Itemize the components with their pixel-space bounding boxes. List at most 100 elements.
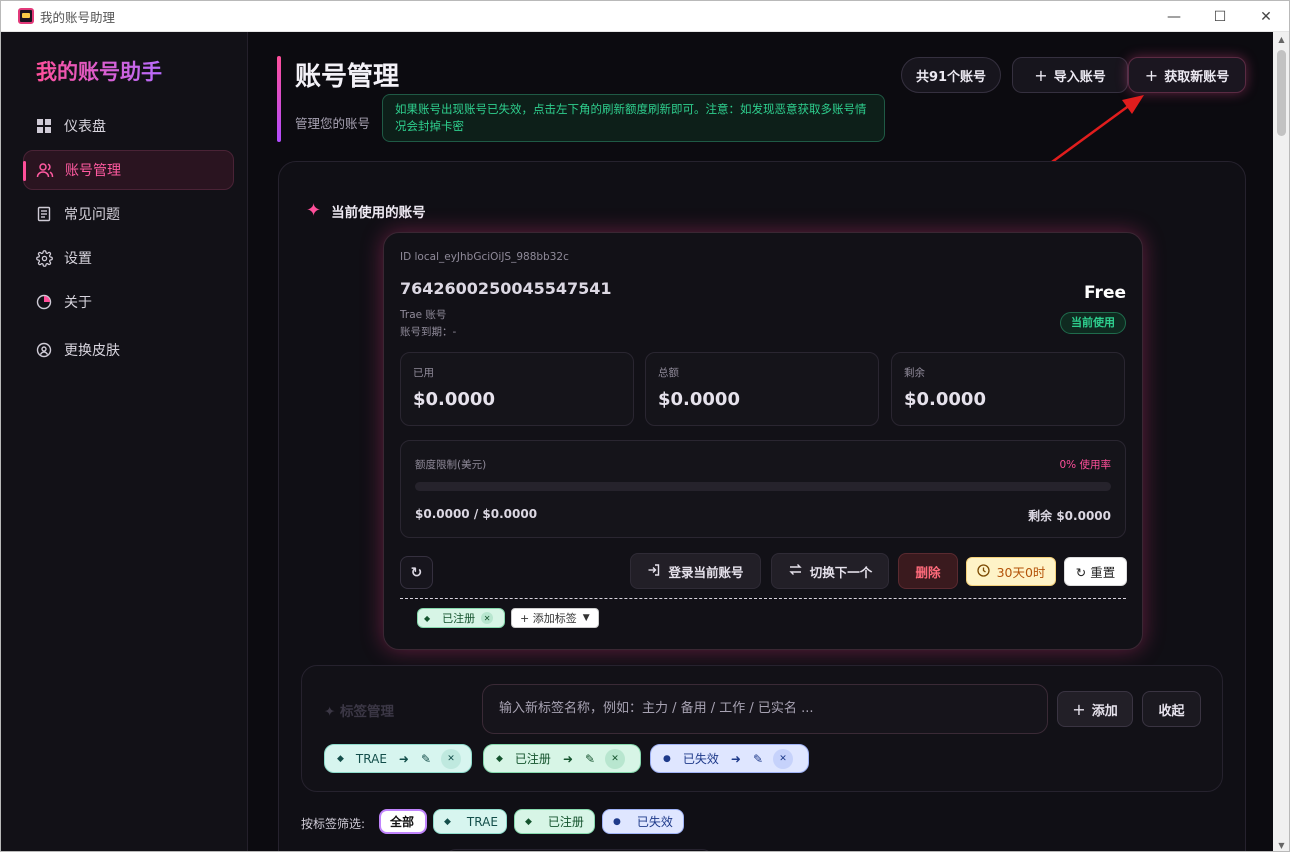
sidebar-item-faq[interactable]: 常见问题 bbox=[23, 194, 234, 234]
book-icon bbox=[35, 205, 53, 223]
app-window: 我的账号助理 — ☐ ✕ 我的账号助手 仪表盘 账号管理 常见问题 设置 关于 … bbox=[0, 0, 1290, 852]
delete-button[interactable]: 删除 bbox=[898, 553, 958, 589]
login-current-label: 登录当前账号 bbox=[668, 564, 744, 580]
filter-trae[interactable]: ◆ TRAE bbox=[433, 809, 507, 834]
plus-icon: + bbox=[1144, 65, 1159, 85]
fetch-new-account-label: 获取新账号 bbox=[1164, 69, 1230, 85]
account-id: ID local_eyJhbGciOiJS_988bb32c bbox=[400, 251, 569, 263]
filter-registered[interactable]: ◆ 已注册 bbox=[514, 809, 595, 834]
tag-dot-icon: ◆ bbox=[444, 816, 451, 827]
sidebar-item-label: 常见问题 bbox=[64, 207, 120, 223]
tag-dot-icon: ◆ bbox=[525, 816, 532, 827]
scroll-up-icon[interactable]: ▲ bbox=[1277, 35, 1286, 44]
stat-used: 已用 $0.0000 bbox=[400, 352, 634, 426]
plus-icon: + bbox=[1072, 699, 1086, 719]
login-icon bbox=[647, 563, 661, 580]
tag-chip-trae[interactable]: ◆ TRAE ➜ ✎ ✕ bbox=[324, 744, 472, 773]
fetch-new-account-button[interactable]: + 获取新账号 bbox=[1128, 57, 1246, 93]
collapse-button[interactable]: 收起 bbox=[1142, 691, 1201, 727]
login-current-button[interactable]: 登录当前账号 bbox=[630, 553, 761, 589]
refresh-button[interactable]: ↻ bbox=[400, 556, 433, 589]
remove-tag-icon[interactable]: ✕ bbox=[773, 748, 793, 769]
page-title: 账号管理 bbox=[295, 62, 400, 92]
import-account-button[interactable]: + 导入账号 bbox=[1012, 57, 1128, 93]
arrow-right-icon[interactable]: ➜ bbox=[399, 752, 409, 766]
sidebar-item-accounts[interactable]: 账号管理 bbox=[23, 150, 234, 190]
sidebar-item-label: 更换皮肤 bbox=[64, 343, 120, 359]
remove-tag-icon[interactable]: ✕ bbox=[441, 748, 462, 769]
dashboard-icon bbox=[35, 117, 53, 135]
edit-icon[interactable]: ✎ bbox=[585, 752, 595, 766]
minimize-button[interactable]: — bbox=[1151, 1, 1197, 32]
switch-next-label: 切换下一个 bbox=[809, 564, 873, 580]
sidebar-item-about[interactable]: 关于 bbox=[23, 282, 234, 322]
remove-tag-icon[interactable]: ✕ bbox=[605, 748, 626, 769]
sidebar-item-label: 设置 bbox=[64, 251, 92, 267]
account-count-badge: 共91个账号 bbox=[901, 57, 1001, 93]
sidebar-nav: 仪表盘 账号管理 常见问题 设置 关于 更换皮肤 bbox=[23, 106, 234, 374]
info-icon bbox=[35, 293, 53, 311]
stat-remaining: 剩余 $0.0000 bbox=[891, 352, 1125, 426]
window-title: 我的账号助理 bbox=[40, 9, 116, 25]
edit-icon[interactable]: ✎ bbox=[753, 752, 763, 766]
tag-label: 已注册 bbox=[442, 612, 476, 625]
import-account-label: 导入账号 bbox=[1053, 69, 1106, 85]
quota-progress-bar bbox=[415, 482, 1111, 491]
filter-all[interactable]: 全部 bbox=[379, 809, 427, 834]
add-tag-select[interactable]: + 添加标签 ▼ bbox=[511, 608, 599, 628]
main-content: 账号管理 管理您的账号 如果账号出现账号已失效，点击左下角的刷新额度刷新即可。注… bbox=[249, 32, 1273, 851]
swap-icon bbox=[788, 562, 803, 580]
add-tag-label: 添加 bbox=[1091, 703, 1118, 719]
plan-label: Free bbox=[1084, 283, 1126, 303]
tag-label: 已注册 bbox=[514, 752, 551, 766]
maximize-button[interactable]: ☐ bbox=[1197, 1, 1243, 32]
timer-label: 30天0时 bbox=[996, 565, 1046, 580]
tag-chip-registered[interactable]: ◆ 已注册 ➜ ✎ ✕ bbox=[483, 744, 641, 773]
sidebar-item-skin[interactable]: 更换皮肤 bbox=[23, 330, 234, 370]
tag-dot-icon: ● bbox=[613, 816, 621, 827]
tag-chip-invalid[interactable]: ● 已失效 ➜ ✎ ✕ bbox=[650, 744, 809, 773]
tag-dot-icon: ◆ bbox=[496, 753, 503, 764]
filter-label: 按标签筛选: bbox=[301, 817, 366, 831]
arrow-right-icon[interactable]: ➜ bbox=[563, 752, 573, 766]
edit-icon[interactable]: ✎ bbox=[421, 752, 431, 766]
scroll-thumb[interactable] bbox=[1277, 50, 1286, 136]
stat-label: 总额 bbox=[658, 367, 679, 379]
tag-manager-label: 标签管理 bbox=[340, 704, 395, 720]
dashed-divider bbox=[400, 598, 1126, 599]
add-tag-label: + 添加标签 bbox=[520, 612, 577, 625]
clock-icon bbox=[976, 563, 990, 580]
filter-invalid[interactable]: ● 已失效 bbox=[602, 809, 684, 834]
close-button[interactable]: ✕ bbox=[1243, 1, 1289, 32]
accounts-panel: ✦ 当前使用的账号 ID local_eyJhbGciOiJS_988bb32c… bbox=[278, 161, 1246, 851]
title-bar: 我的账号助理 — ☐ ✕ bbox=[1, 1, 1289, 32]
filter-label-text: 已失效 bbox=[636, 815, 673, 829]
stat-total: 总额 $0.0000 bbox=[645, 352, 879, 426]
quota-box: 额度限制(美元) 0% 使用率 $0.0000 / $0.0000 剩余 $0.… bbox=[400, 440, 1126, 538]
sidebar-item-settings[interactable]: 设置 bbox=[23, 238, 234, 278]
scroll-down-icon[interactable]: ▼ bbox=[1277, 841, 1286, 850]
reset-button[interactable]: ↻ 重置 bbox=[1064, 557, 1127, 586]
timer-badge[interactable]: 30天0时 bbox=[966, 557, 1056, 586]
filter-label-text: TRAE bbox=[466, 814, 498, 829]
stat-value: $0.0000 bbox=[413, 389, 495, 410]
switch-next-button[interactable]: 切换下一个 bbox=[771, 553, 889, 589]
current-account-title: 当前使用的账号 bbox=[331, 204, 426, 221]
sidebar-item-label: 账号管理 bbox=[65, 163, 121, 179]
remove-tag-icon[interactable]: ✕ bbox=[481, 612, 494, 624]
vertical-scrollbar[interactable]: ▲ ▼ bbox=[1273, 32, 1289, 851]
account-expiry: 账号到期：- bbox=[400, 326, 457, 338]
current-account-card: ID local_eyJhbGciOiJS_988bb32c 764260025… bbox=[383, 232, 1143, 650]
stat-label: 剩余 bbox=[904, 367, 925, 379]
arrow-right-icon[interactable]: ➜ bbox=[731, 752, 741, 766]
account-tag-chip: ◆ 已注册 ✕ bbox=[417, 608, 505, 628]
quota-rate: 0% 使用率 bbox=[1059, 459, 1112, 471]
tag-manager-title: ✦ 标签管理 bbox=[324, 700, 394, 720]
sidebar: 我的账号助手 仪表盘 账号管理 常见问题 设置 关于 更换皮肤 bbox=[1, 32, 248, 851]
new-tag-input[interactable]: 输入新标签名称，例如：主力 / 备用 / 工作 / 已实名 ... bbox=[482, 684, 1048, 734]
add-tag-button[interactable]: + 添加 bbox=[1057, 691, 1133, 727]
sidebar-item-dashboard[interactable]: 仪表盘 bbox=[23, 106, 234, 146]
users-icon bbox=[36, 161, 54, 179]
account-number: 7642600250045547541 bbox=[400, 279, 612, 298]
page-subtitle: 管理您的账号 bbox=[295, 116, 371, 131]
